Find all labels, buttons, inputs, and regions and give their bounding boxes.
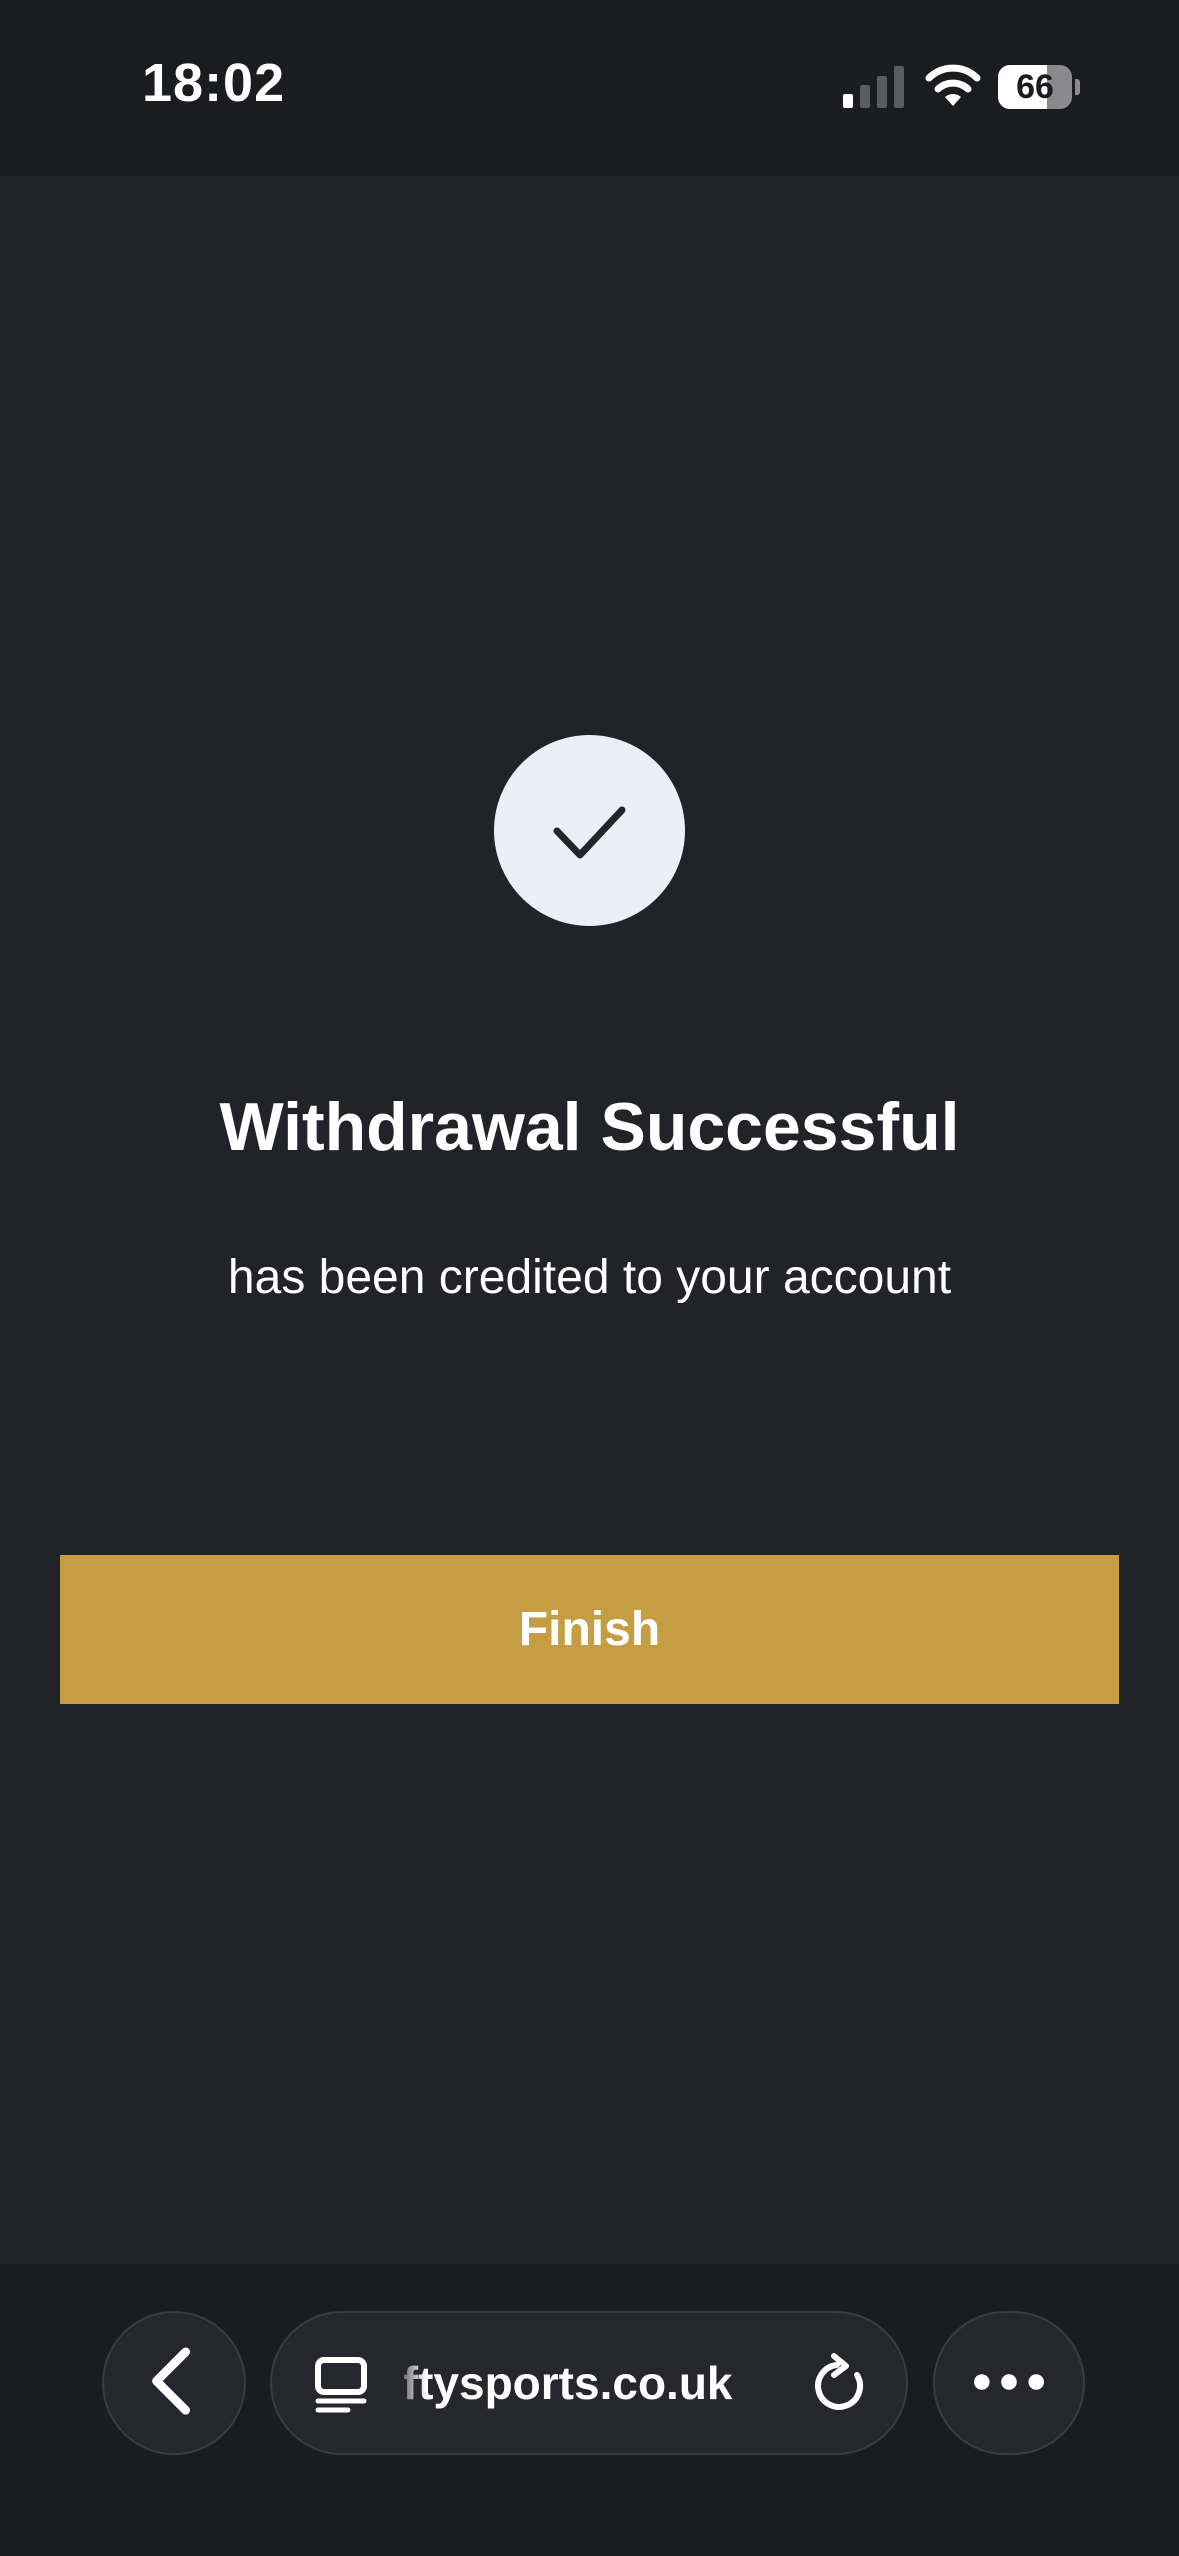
- reload-icon[interactable]: [810, 2353, 874, 2417]
- checkmark-icon: [553, 806, 626, 859]
- battery-level: 66: [1016, 68, 1054, 106]
- page-subtitle: has been credited to your account: [227, 1251, 952, 1304]
- back-button[interactable]: [102, 2311, 246, 2455]
- chevron-left-icon: [152, 2347, 191, 2415]
- wifi-icon: [925, 64, 981, 106]
- finish-button[interactable]: Finish: [60, 1555, 1119, 1704]
- battery-indicator: 66: [998, 65, 1080, 109]
- status-time: 18:02: [142, 53, 286, 113]
- tabs-icon: [315, 2357, 367, 2413]
- status-bar: 18:02 66: [0, 0, 1179, 176]
- main-content: Withdrawal Successful has been credited …: [0, 176, 1179, 2264]
- success-badge: [494, 735, 685, 926]
- browser-toolbar: iftysports.co.uk: [0, 2264, 1179, 2556]
- url-text: iftysports.co.uk: [404, 2357, 733, 2409]
- more-button[interactable]: [933, 2311, 1085, 2455]
- page-title: Withdrawal Successful: [219, 1089, 960, 1165]
- more-icon: [974, 2374, 1044, 2390]
- cellular-signal-icon: [843, 66, 904, 108]
- address-bar[interactable]: iftysports.co.uk: [270, 2311, 908, 2455]
